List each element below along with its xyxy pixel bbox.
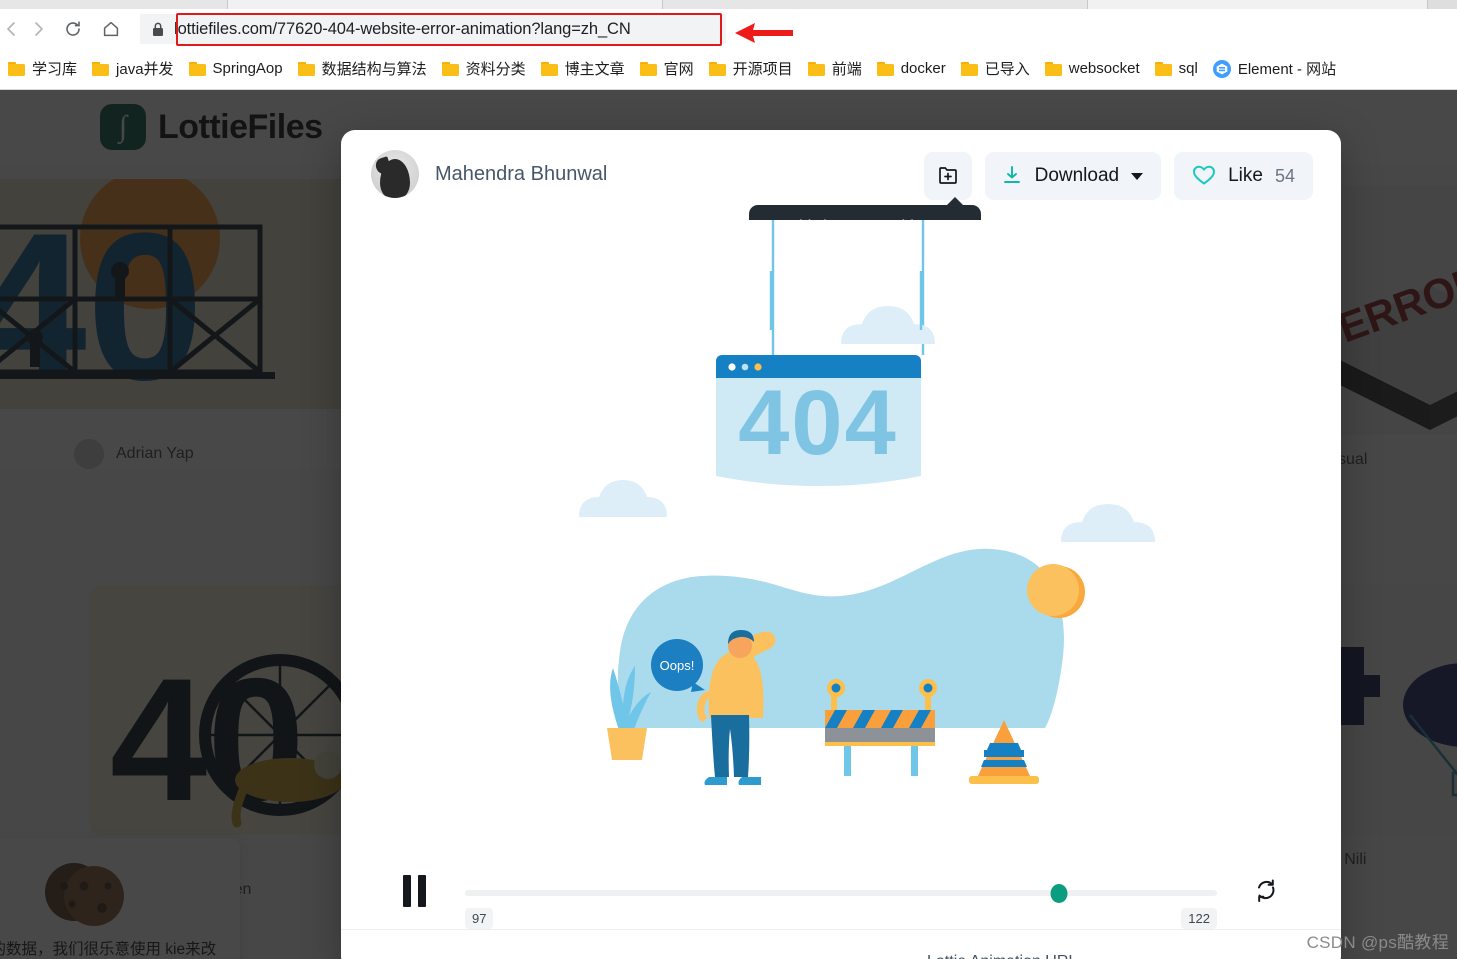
- bookmark-label: 开源项目: [732, 61, 793, 78]
- animation-stage[interactable]: 404 Oops!: [341, 220, 1341, 820]
- bookmark-label: Element - 网站: [1237, 61, 1337, 78]
- bookmark-item[interactable]: docker: [871, 57, 955, 80]
- bookmark-label: 资料分类: [465, 61, 526, 78]
- modal-header: Mahendra Bhunwal Download Like 54: [341, 130, 1341, 271]
- folder-icon: [297, 61, 315, 76]
- like-button[interactable]: Like 54: [1174, 152, 1313, 200]
- bookmark-item[interactable]: sql: [1149, 57, 1207, 80]
- folder-icon: [807, 61, 825, 76]
- browser-tab[interactable]: [228, 0, 663, 9]
- animation-detail-modal: Mahendra Bhunwal Download Like 54 404 Oo…: [341, 130, 1341, 959]
- folder-icon: [960, 61, 978, 76]
- 404-website-error-illustration: 404 Oops!: [579, 220, 1155, 785]
- bookmark-label: SpringAop: [212, 60, 283, 77]
- bookmark-item[interactable]: Element - 网站: [1207, 55, 1345, 82]
- modal-actions: Download Like 54: [923, 152, 1313, 200]
- timeline-scrubber[interactable]: [465, 884, 1217, 903]
- lock-icon: [152, 22, 164, 37]
- author-name: Mahendra Bhunwal: [435, 162, 608, 185]
- folder-icon: [8, 61, 25, 76]
- author-block[interactable]: Mahendra Bhunwal: [371, 150, 607, 198]
- back-arrow-icon[interactable]: [2, 19, 22, 39]
- browser-tab[interactable]: [0, 0, 228, 9]
- bookmark-label: java并发: [116, 61, 174, 78]
- bookmark-item[interactable]: 博主文章: [535, 55, 634, 82]
- bookmark-item[interactable]: 资料分类: [436, 55, 535, 82]
- chevron-down-icon: [1131, 172, 1144, 180]
- bookmark-item[interactable]: SpringAop: [183, 57, 292, 80]
- like-count: 54: [1274, 165, 1295, 186]
- animation-info: 404 website error animation Lottie anima…: [341, 930, 1341, 959]
- loop-icon[interactable]: [1253, 878, 1279, 909]
- reload-icon[interactable]: [63, 19, 83, 39]
- like-label: Like: [1228, 165, 1263, 186]
- browser-tab[interactable]: [663, 0, 1088, 9]
- pause-icon[interactable]: [403, 875, 433, 912]
- bookmark-item[interactable]: 官网: [634, 55, 703, 82]
- screenshot-root: lottiefiles.com/77620-404-website-error-…: [0, 0, 1457, 959]
- bookmark-item[interactable]: 学习库: [2, 55, 86, 82]
- element-ui-icon: [1212, 59, 1231, 78]
- address-bar-url: lottiefiles.com/77620-404-website-error-…: [174, 19, 631, 38]
- browser-tab[interactable]: [1088, 0, 1428, 9]
- address-bar[interactable]: lottiefiles.com/77620-404-website-error-…: [140, 14, 726, 44]
- bookmark-label: 前端: [831, 61, 862, 78]
- browser-tab-strip: [0, 0, 1457, 9]
- annotation-arrow-url: [733, 20, 795, 51]
- bookmark-item[interactable]: websocket: [1039, 57, 1149, 80]
- timeline-progress: [465, 890, 1060, 896]
- bookmarks-bar: 学习库 java并发 SpringAop 数据结构与算法 资料分类 博主文章 官…: [0, 48, 1457, 90]
- frame-start-label: 97: [465, 908, 494, 929]
- bookmark-item[interactable]: java并发: [86, 55, 183, 82]
- folder-icon: [540, 61, 558, 76]
- bookmark-label: 博主文章: [564, 61, 625, 78]
- frame-end-label: 122: [1181, 908, 1217, 929]
- folder-icon: [708, 61, 726, 76]
- download-icon: [1001, 164, 1023, 189]
- bookmark-label: docker: [900, 60, 946, 77]
- home-icon[interactable]: [101, 19, 121, 39]
- bookmark-item[interactable]: 开源项目: [703, 55, 802, 82]
- bookmark-label: sql: [1178, 60, 1198, 77]
- add-to-collection-icon: [936, 163, 960, 190]
- add-to-collection-button[interactable]: [923, 152, 972, 200]
- folder-icon: [1044, 61, 1062, 76]
- forward-arrow-icon[interactable]: [28, 19, 48, 39]
- folder-icon: [188, 61, 206, 76]
- bookmark-item[interactable]: 数据结构与算法: [292, 55, 436, 82]
- heart-icon: [1192, 164, 1216, 189]
- folder-icon: [1154, 61, 1172, 76]
- bookmark-label: 官网: [663, 61, 694, 78]
- bookmark-label: 学习库: [32, 61, 78, 78]
- url-field-label: Lottie Animation URL: [927, 953, 1077, 959]
- svg-text:404: 404: [738, 372, 898, 474]
- download-label: Download: [1034, 165, 1120, 186]
- watermark: CSDN @ps酷教程: [1306, 933, 1449, 952]
- download-button[interactable]: Download: [984, 152, 1162, 200]
- folder-icon: [876, 61, 894, 76]
- tooltip-arrow: [946, 197, 964, 206]
- bookmark-item[interactable]: 前端: [802, 55, 871, 82]
- svg-text:Oops!: Oops!: [660, 658, 695, 673]
- animation-player-controls: 97 122: [341, 830, 1341, 930]
- bookmark-label: websocket: [1068, 60, 1140, 77]
- folder-icon: [639, 61, 657, 76]
- bookmark-label: 已导入: [984, 61, 1030, 78]
- timeline-knob[interactable]: [1050, 884, 1068, 903]
- folder-icon: [92, 61, 110, 76]
- folder-icon: [441, 61, 459, 76]
- avatar: [371, 150, 419, 198]
- bookmark-item[interactable]: 已导入: [955, 55, 1039, 82]
- bookmark-label: 数据结构与算法: [321, 61, 427, 78]
- browser-toolbar: lottiefiles.com/77620-404-website-error-…: [0, 9, 1457, 48]
